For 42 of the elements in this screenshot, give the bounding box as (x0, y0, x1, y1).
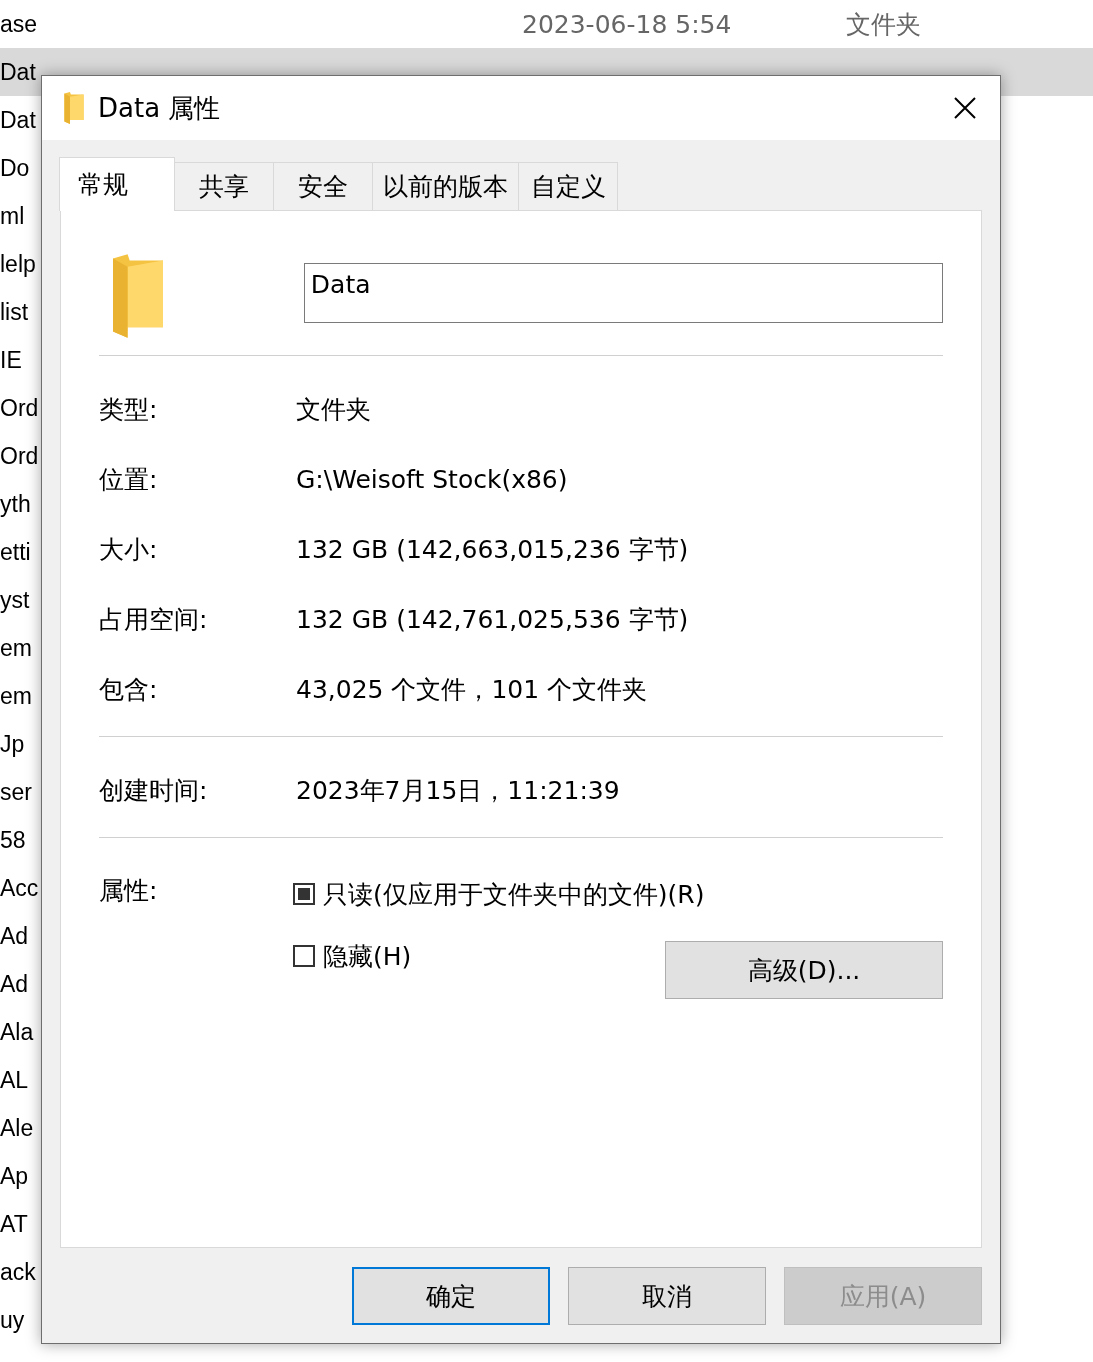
folder-icon (64, 92, 84, 124)
tab[interactable]: 自定义 (518, 162, 618, 210)
tab[interactable]: 常规 (59, 157, 175, 211)
property-value: 2023年7月15日，11:21:39 (296, 774, 620, 807)
property-value: 132 GB (142,761,025,536 字节) (296, 603, 689, 636)
file-name: 58 (0, 826, 27, 854)
property-value: 文件夹 (296, 393, 371, 426)
file-row[interactable]: ase 2023-06-18 5:54 文件夹 (0, 0, 1093, 48)
file-name: Ale (0, 1114, 35, 1142)
checkbox-box[interactable] (293, 883, 315, 905)
property-value: 43,025 个文件，101 个文件夹 (296, 673, 648, 706)
file-date: 2023-06-18 5:54 (522, 9, 733, 39)
checkbox-box[interactable] (293, 945, 315, 967)
checkbox-label: 隐藏(H) (323, 940, 412, 973)
file-name: Jp (0, 730, 26, 758)
file-name: AL (0, 1066, 30, 1094)
property-label: 大小: (99, 533, 159, 566)
file-name: em (0, 634, 33, 662)
property-value: G:\Weisoft Stock(x86) (296, 464, 568, 494)
file-name: Ala (0, 1018, 35, 1046)
property-label: 类型: (99, 393, 159, 426)
name-field[interactable]: Data (303, 263, 943, 323)
checkbox[interactable]: 隐藏(H) (293, 939, 412, 973)
file-name: ase (0, 10, 39, 38)
property-label: 创建时间: (99, 774, 209, 807)
property-label: 位置: (99, 463, 159, 496)
file-name: IE (0, 346, 23, 374)
file-name: AT (0, 1210, 29, 1238)
property-label: 占用空间: (99, 603, 209, 636)
close-icon[interactable] (954, 97, 976, 119)
file-type: 文件夹 (846, 8, 921, 41)
dialog-button[interactable]: 取消 (568, 1267, 766, 1325)
advanced-button[interactable]: 高级(D)... (665, 941, 943, 999)
property-label: 属性: (99, 875, 159, 907)
file-name: Dat (0, 58, 37, 86)
property-value: 132 GB (142,663,015,236 字节) (296, 533, 689, 566)
file-name: ml (0, 202, 26, 230)
property-label: 包含: (99, 673, 159, 706)
file-name: Ap (0, 1162, 30, 1190)
file-name: list (0, 298, 30, 326)
dialog-button[interactable]: 确定 (352, 1267, 550, 1325)
folder-icon (113, 254, 163, 338)
